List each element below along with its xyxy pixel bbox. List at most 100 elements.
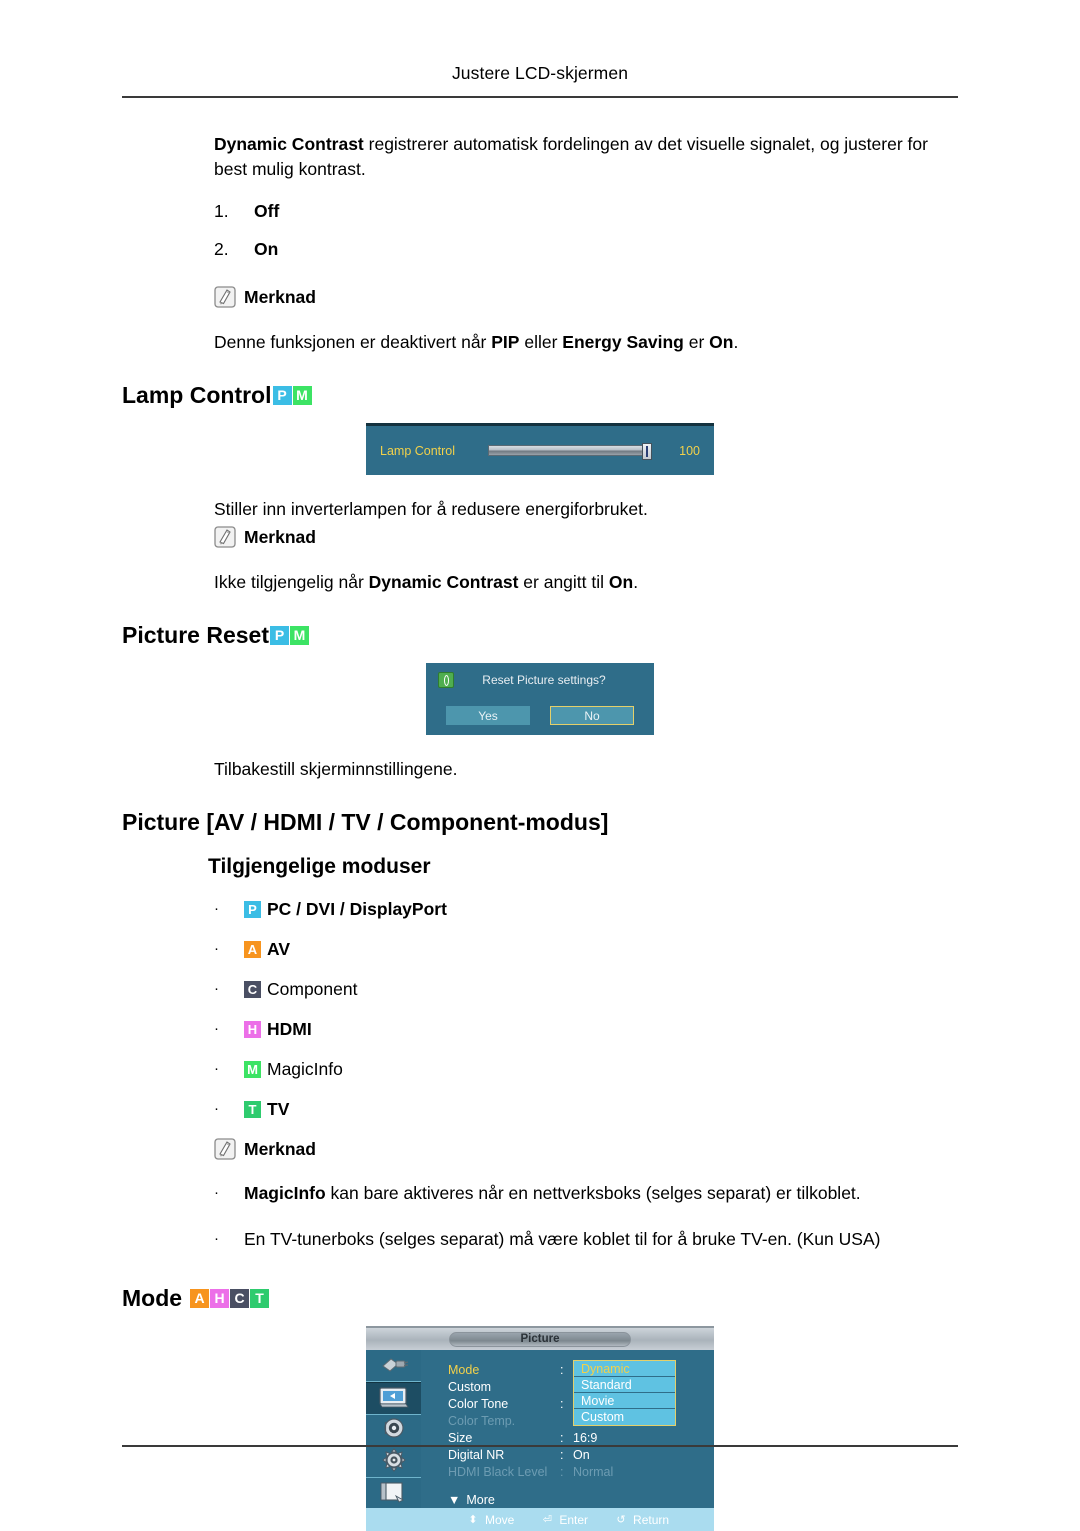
footer-rule	[122, 1445, 958, 1447]
picture-reset-dialog-buttons: Yes No	[438, 706, 642, 725]
sidebar-item-sound[interactable]	[366, 1415, 421, 1447]
mode-heading-text: Mode	[122, 1285, 183, 1311]
picture-menu-body: Mode : Custom Color Tone : Color Temp. S…	[366, 1350, 714, 1510]
note-bullet-text: En TV-tunerboks (selges separat) må være…	[244, 1229, 881, 1249]
mode-badge-p: P	[270, 625, 290, 645]
mode-badge-t: T	[250, 1288, 270, 1308]
note-bold-on: On	[709, 332, 734, 352]
lamp-control-badges: P M	[272, 385, 312, 405]
note-text-part: Ikke tilgjengelig når	[214, 572, 369, 592]
mode-badge-a: A	[244, 940, 261, 958]
bullet-dot: ·	[214, 1184, 219, 1201]
picture-menu-footer: ⬍ Move ⏎ Enter ↺ Return	[366, 1508, 714, 1531]
input-plug-icon	[379, 1353, 409, 1378]
note-text-part: er	[683, 332, 710, 352]
lamp-control-heading: Lamp Control P M	[122, 381, 958, 409]
dynamic-contrast-block: Dynamic Contrast registrerer automatisk …	[214, 132, 958, 355]
note-text-part: .	[733, 332, 739, 352]
picture-reset-dialog-header: Reset Picture settings?	[438, 672, 642, 688]
note-heading: Merknad	[214, 286, 958, 308]
note-bold-on: On	[608, 572, 634, 592]
mode-badge-h: H	[210, 1288, 230, 1308]
mode-heading: Mode A H C T	[122, 1284, 958, 1312]
note-label: Merknad	[244, 1138, 316, 1159]
picture-menu-main: Mode : Custom Color Tone : Color Temp. S…	[421, 1350, 714, 1510]
lamp-control-osd-value: 100	[679, 443, 700, 458]
mode-badge-h: H	[244, 1020, 261, 1038]
lamp-control-slider-knob[interactable]	[642, 443, 652, 460]
footer-return: ↺ Return	[614, 1513, 669, 1527]
footer-move: ⬍ Move	[466, 1513, 514, 1527]
mode-badge-m: M	[244, 1060, 261, 1078]
mode-badge-t: T	[244, 1100, 261, 1118]
bullet-dot: ·	[214, 980, 219, 997]
menu-colon	[560, 1413, 573, 1430]
note-text-part: er angitt til	[518, 572, 609, 592]
mode-badge-m: M	[292, 385, 312, 405]
menu-row-hdmi-black-level: HDMI Black Level : Normal	[448, 1464, 714, 1481]
lamp-control-osd-wrap: Lamp Control 100	[122, 423, 958, 475]
bullet-dot: ·	[214, 1020, 219, 1037]
no-button[interactable]: No	[550, 706, 634, 725]
running-head: Justere LCD-skjermen	[451, 63, 629, 83]
picture-reset-text-block: Tilbakestill skjerminnstillingene.	[214, 757, 958, 782]
mode-dropdown[interactable]: Dynamic Standard Movie Custom	[573, 1360, 676, 1426]
note-heading: Merknad	[214, 1138, 958, 1160]
footer-label: Enter	[559, 1512, 589, 1527]
list-value: Off	[254, 201, 280, 221]
available-modes-block: · P PC / DVI / DisplayPort · A AV · C Co…	[214, 898, 958, 1250]
dropdown-option-custom[interactable]: Custom	[574, 1409, 675, 1425]
available-modes-list: · P PC / DVI / DisplayPort · A AV · C Co…	[214, 898, 958, 1120]
menu-label: Color Temp.	[448, 1414, 516, 1428]
lamp-control-osd-label: Lamp Control	[380, 443, 456, 458]
picture-reset-heading-text: Picture Reset	[122, 622, 270, 648]
sidebar-item-setup[interactable]	[366, 1446, 421, 1479]
dropdown-option-movie[interactable]: Movie	[574, 1393, 675, 1409]
menu-label: HDMI Black Level	[448, 1465, 548, 1479]
bullet-dot: ·	[214, 1230, 219, 1247]
picture-section-note-list: · MagicInfo kan bare aktiveres når en ne…	[214, 1182, 958, 1250]
yes-button[interactable]: Yes	[446, 706, 530, 725]
note-pencil-icon	[214, 1138, 236, 1160]
list-item: · H HDMI	[214, 1018, 958, 1040]
picture-reset-osd-wrap: Reset Picture settings? Yes No	[122, 663, 958, 735]
mode-badge-c: C	[230, 1288, 250, 1308]
note-label: Merknad	[244, 526, 316, 547]
note-bold-pip: PIP	[491, 332, 520, 352]
sidebar-item-input[interactable]	[366, 1350, 421, 1382]
move-updown-icon: ⬍	[468, 1514, 478, 1526]
lamp-control-heading-text: Lamp Control	[122, 382, 272, 408]
dynamic-contrast-paragraph: Dynamic Contrast registrerer automatisk …	[214, 132, 958, 182]
note-bold-energy-saving: Energy Saving	[562, 332, 684, 352]
menu-row-more[interactable]: ▼ More	[448, 1492, 714, 1509]
bullet-dot: ·	[214, 900, 219, 917]
dropdown-option-standard[interactable]: Standard	[574, 1377, 675, 1393]
picture-icon	[378, 1386, 410, 1411]
info-icon	[438, 672, 454, 688]
note-bold-dynamic-contrast: Dynamic Contrast	[368, 572, 519, 592]
sidebar-item-picture[interactable]	[366, 1381, 421, 1415]
enter-icon: ⏎	[542, 1514, 552, 1526]
menu-label: Custom	[448, 1380, 492, 1394]
list-item: · M MagicInfo	[214, 1058, 958, 1080]
note-bold-magicinfo: MagicInfo	[244, 1183, 326, 1203]
picture-menu-title: Picture	[449, 1331, 631, 1347]
menu-row-digital-nr[interactable]: Digital NR : On	[448, 1447, 714, 1464]
lamp-control-slider[interactable]	[488, 443, 652, 460]
return-icon: ↺	[616, 1514, 626, 1526]
lamp-control-note-text: Ikke tilgjengelig når Dynamic Contrast e…	[214, 570, 958, 595]
note-text-part: Denne funksjonen er deaktivert når	[214, 332, 492, 352]
list-item: · MagicInfo kan bare aktiveres når en ne…	[214, 1182, 958, 1204]
mode-badge-p: P	[272, 385, 292, 405]
footer-label: Move	[485, 1512, 515, 1527]
list-item: · T TV	[214, 1098, 958, 1120]
menu-colon: :	[560, 1397, 564, 1411]
menu-label: Color Tone	[448, 1397, 509, 1411]
menu-label: Digital NR	[448, 1448, 505, 1462]
dropdown-option-dynamic[interactable]: Dynamic	[574, 1361, 675, 1377]
list-number: 2.	[214, 239, 229, 259]
sidebar-item-multi-control[interactable]	[366, 1478, 421, 1510]
lamp-control-text-block: Stiller inn inverterlampen for å reduser…	[214, 497, 958, 595]
document-page: Justere LCD-skjermen Dynamic Contrast re…	[0, 0, 1080, 1531]
list-item: 2. On	[214, 238, 958, 260]
